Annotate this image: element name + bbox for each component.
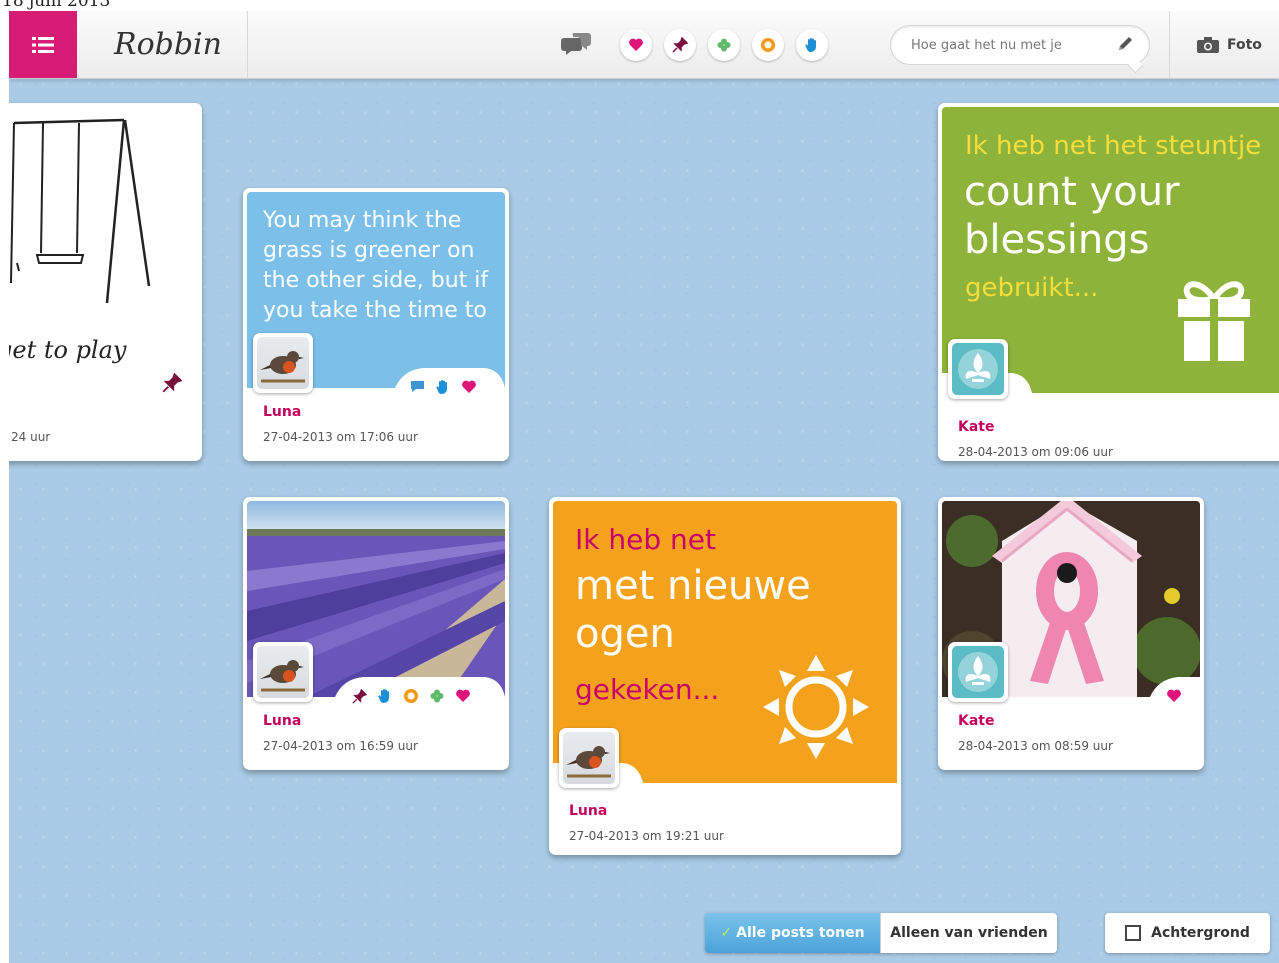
pin-icon[interactable] [347,684,371,708]
blessings-line-1: Ik heb net het steuntje [965,131,1262,161]
reaction-row [405,375,481,399]
post-author[interactable]: Luna [263,713,301,729]
app-logo: Robbin [89,11,248,78]
post-time: 27-04-2013 om 17:06 uur [263,430,418,444]
sun-icon [761,38,775,52]
menu-button[interactable] [9,11,77,78]
post-time: 28-04-2013 om 08:59 uur [958,739,1113,753]
app-window: Robbin Foto [9,11,1279,963]
swing-drawing [10,118,151,304]
avatar-luna[interactable] [253,333,313,393]
mood-pin-button[interactable] [664,29,696,61]
blessings-line-4: gebruikt... [965,273,1099,303]
hand-icon[interactable] [373,684,397,708]
heart-icon[interactable] [457,375,481,399]
post-time: 27-04-2013 om 19:21 uur [569,829,724,843]
post-time: 28-04-2013 om 09:06 uur [958,445,1113,459]
top-bar: Robbin Foto [9,11,1279,79]
heart-icon [629,38,643,51]
avatar-luna[interactable] [253,642,313,702]
pin-icon [162,373,182,393]
clover-icon[interactable] [425,684,449,708]
swing-caption: get to play [9,336,127,364]
post-card-new-eyes[interactable]: Ik heb net met nieuwe ogen gekeken... Lu… [549,497,901,855]
sun-icon [763,655,869,759]
new-eyes-line-1: Ik heb net [575,523,716,556]
camera-icon [1197,36,1219,53]
mood-hand-button[interactable] [796,29,828,61]
filter-all-posts-button[interactable]: ✓ Alle posts tonen [705,913,880,953]
quote-text: You may think the grass is greener on th… [263,208,489,323]
pin-icon [672,37,688,53]
new-eyes-line-4: gekeken... [575,673,720,706]
post-card-blessings[interactable]: Ik heb net het steuntje count your bless… [938,103,1279,461]
fleur-de-lis-icon [958,349,998,389]
list-icon [32,36,54,53]
post-card-birdhouse[interactable]: Kate 28-04-2013 om 08:59 uur [938,497,1204,770]
photo-label: Foto [1227,36,1262,53]
post-filter-toggle: ✓ Alle posts tonen Alleen van vrienden [705,913,1057,953]
avatar-luna[interactable] [559,728,619,788]
robin-icon [260,351,305,383]
post-time: 27-04-2013 om 16:59 uur [263,739,418,753]
gift-icon [1178,281,1250,361]
mood-heart-button[interactable] [620,29,652,61]
reaction-row [347,684,475,708]
new-eyes-line-3: ogen [575,611,675,657]
chat-icon[interactable] [561,29,593,61]
status-field[interactable] [890,25,1150,65]
heart-icon[interactable] [451,684,475,708]
background-label: Achtergrond [1151,925,1250,941]
blessings-line-2: count your [964,169,1180,215]
post-card-swing[interactable]: get to play 24 uur [9,103,202,461]
post-card-grass-quote[interactable]: You may think the grass is greener on th… [243,188,509,461]
post-time: 24 uur [11,430,51,444]
checkbox-icon [1125,925,1142,941]
pencil-icon[interactable] [1116,35,1134,53]
post-author[interactable]: Kate [958,419,994,435]
mood-clover-button[interactable] [708,29,740,61]
blessings-line-3: blessings [964,217,1150,263]
avatar-kate[interactable] [948,642,1008,702]
reaction-row [1162,684,1186,708]
clover-icon [717,38,731,52]
check-icon: ✓ [720,925,733,941]
robin-icon [566,746,611,778]
sun-icon[interactable] [399,684,423,708]
robin-icon [260,660,305,692]
fleur-de-lis-icon [958,652,998,692]
new-eyes-line-2: met nieuwe [575,563,811,609]
mood-sun-button[interactable] [752,29,784,61]
photo-button[interactable]: Foto [1179,11,1279,78]
hand-icon[interactable] [431,375,455,399]
filter-all-label: Alle posts tonen [736,925,865,941]
date-strip: 18 juni 2013 [0,0,1279,11]
hand-icon [805,38,816,53]
topbar-divider [1169,11,1170,78]
heart-icon[interactable] [1162,684,1186,708]
post-card-hyacinth[interactable]: Luna 27-04-2013 om 16:59 uur [243,497,509,770]
filter-friends-button[interactable]: Alleen van vrienden [880,913,1057,953]
post-author[interactable]: Luna [569,803,607,819]
post-author[interactable]: Luna [263,404,301,420]
background-button[interactable]: Achtergrond [1105,913,1270,953]
comment-icon[interactable] [405,375,429,399]
post-author[interactable]: Kate [958,713,994,729]
status-input[interactable] [909,34,1108,56]
avatar-kate[interactable] [948,339,1008,399]
